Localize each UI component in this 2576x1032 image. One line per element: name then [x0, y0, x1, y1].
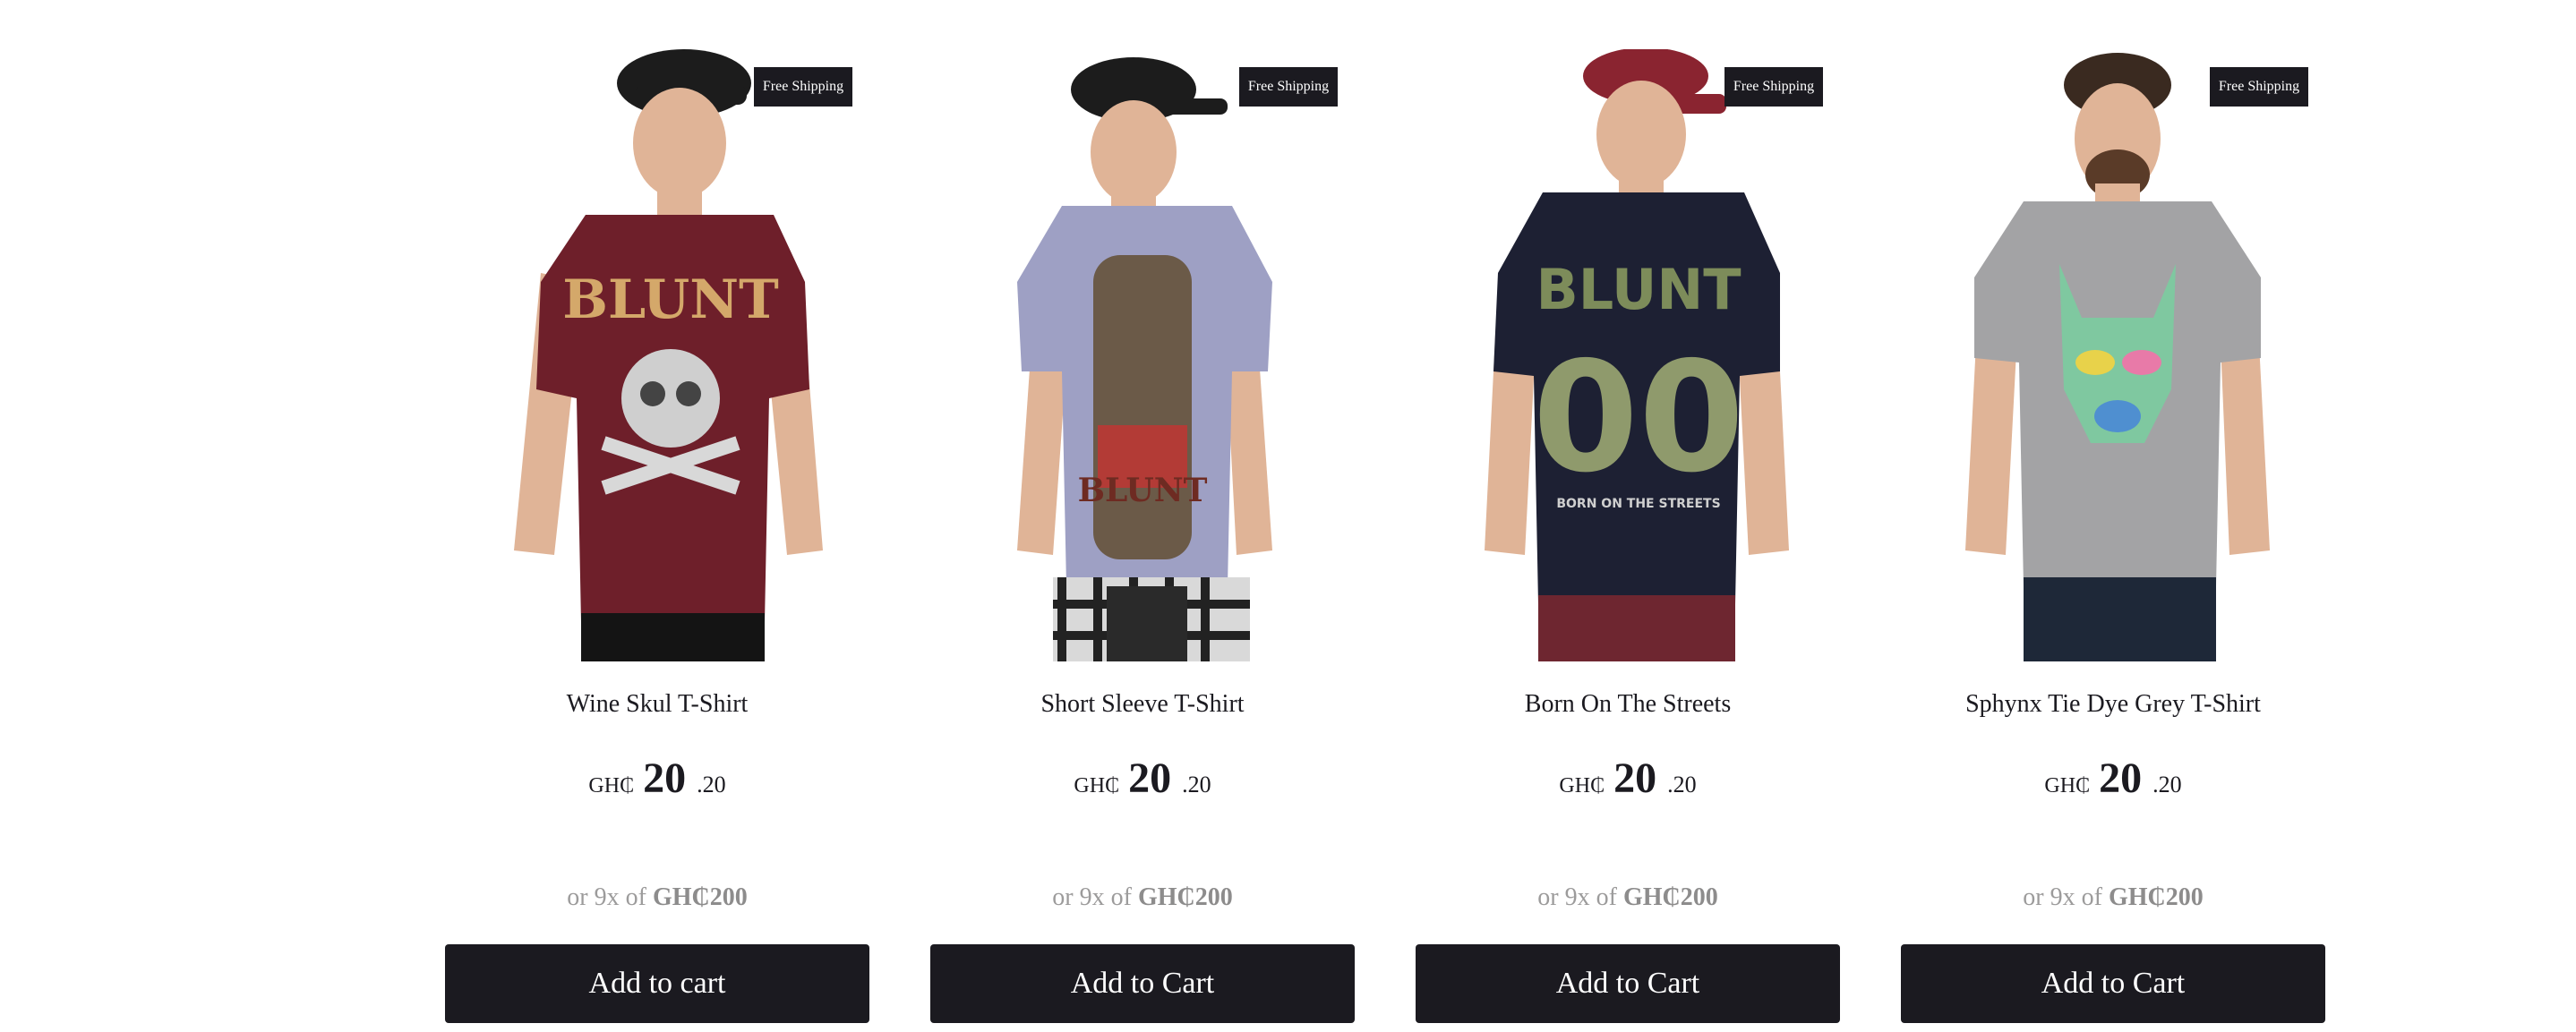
add-to-cart-button[interactable]: Add to Cart: [1901, 944, 2325, 1023]
price-currency: GH₵: [1074, 774, 1120, 797]
model-photo-3: BLUNT 00 BORN ON THE STREETS: [1485, 49, 1789, 661]
add-to-cart-button[interactable]: Add to cart: [445, 944, 869, 1023]
price-whole: 20: [1128, 755, 1172, 802]
product-card[interactable]: BLUNT Free Shipping Wine Skul T-Shirt GH…: [445, 49, 869, 1032]
installment-info: or 9x of GH₵200: [930, 880, 1355, 916]
installment-info: or 9x of GH₵200: [1901, 880, 2325, 916]
installment-amount: GH₵200: [2108, 883, 2204, 911]
product-shelf: BLUNT Free Shipping Wine Skul T-Shirt GH…: [0, 0, 2576, 1032]
price-currency: GH₵: [1559, 774, 1605, 797]
model-photo-4: [1965, 53, 2270, 661]
price-cents: .20: [697, 772, 726, 797]
product-title[interactable]: Sphynx Tie Dye Grey T-Shirt: [1901, 687, 2325, 722]
product-price: GH₵ 20 .20: [1416, 747, 1840, 820]
installment-info: or 9x of GH₵200: [1416, 880, 1840, 916]
free-shipping-badge: Free Shipping: [1724, 67, 1823, 107]
installment-amount: GH₵200: [1622, 883, 1718, 911]
price-cents: .20: [2152, 772, 2182, 797]
price-currency: GH₵: [588, 774, 635, 797]
product-photo[interactable]: [1934, 49, 2292, 661]
model-photo-2: BLUNT: [1017, 57, 1272, 661]
installment-prefix: or 9x of: [567, 883, 646, 911]
installment-info: or 9x of GH₵200: [445, 880, 869, 916]
product-photo[interactable]: BLUNT: [478, 49, 836, 661]
installment-amount: GH₵200: [1137, 883, 1233, 911]
installment-prefix: or 9x of: [1052, 883, 1132, 911]
price-whole: 20: [1613, 755, 1657, 802]
skull-print-icon: [621, 349, 720, 448]
product-photo[interactable]: BLUNT 00 BORN ON THE STREETS: [1449, 49, 1807, 661]
product-price: GH₵ 20 .20: [445, 747, 869, 820]
price-currency: GH₵: [2044, 774, 2091, 797]
product-price: GH₵ 20 .20: [930, 747, 1355, 820]
free-shipping-badge: Free Shipping: [754, 67, 852, 107]
free-shipping-badge: Free Shipping: [1239, 67, 1338, 107]
installment-prefix: or 9x of: [1537, 883, 1617, 911]
price-cents: .20: [1667, 772, 1697, 797]
product-title[interactable]: Born On The Streets: [1416, 687, 1840, 722]
product-title[interactable]: Short Sleeve T-Shirt: [930, 687, 1355, 722]
product-card[interactable]: Free Shipping Sphynx Tie Dye Grey T-Shir…: [1901, 49, 2325, 1032]
installment-prefix: or 9x of: [2023, 883, 2102, 911]
product-card[interactable]: BLUNT Free Shipping Short Sleeve T-Shirt…: [930, 49, 1355, 1032]
svg-text:BLUNT: BLUNT: [1536, 257, 1741, 322]
installment-amount: GH₵200: [652, 883, 748, 911]
product-card[interactable]: BLUNT 00 BORN ON THE STREETS Free Shippi…: [1416, 49, 1840, 1032]
price-whole: 20: [643, 755, 687, 802]
svg-text:BLUNT: BLUNT: [1078, 472, 1208, 509]
model-photo-1: BLUNT: [514, 49, 823, 661]
add-to-cart-button[interactable]: Add to Cart: [1416, 944, 1840, 1023]
free-shipping-badge: Free Shipping: [2210, 67, 2308, 107]
price-cents: .20: [1182, 772, 1211, 797]
product-price: GH₵ 20 .20: [1901, 747, 2325, 820]
warrior-print-icon: [1093, 255, 1192, 559]
svg-text:BLUNT: BLUNT: [562, 269, 779, 331]
add-to-cart-button[interactable]: Add to Cart: [930, 944, 1355, 1023]
product-photo[interactable]: BLUNT: [963, 49, 1322, 661]
floral-00-print-icon: 00: [1533, 329, 1745, 507]
price-whole: 20: [2099, 755, 2143, 802]
product-title[interactable]: Wine Skul T-Shirt: [445, 687, 869, 722]
svg-text:BORN ON THE STREETS: BORN ON THE STREETS: [1556, 497, 1720, 511]
